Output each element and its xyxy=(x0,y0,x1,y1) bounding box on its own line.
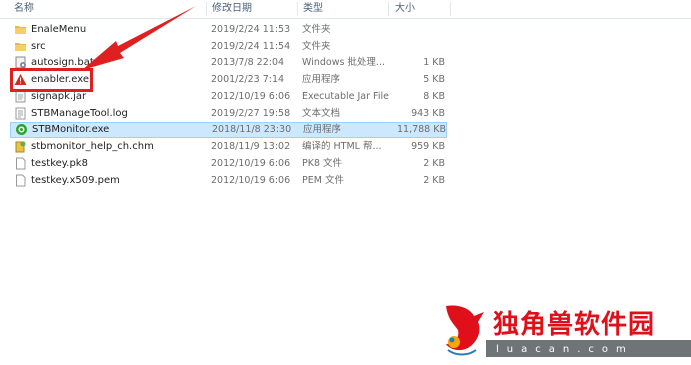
unicorn-logo-icon xyxy=(446,305,484,356)
watermark-title: 独角兽软件园 xyxy=(493,310,656,340)
watermark-domain: luacan.com xyxy=(496,344,634,355)
watermark: 独角兽软件园 luacan.com xyxy=(436,296,691,365)
